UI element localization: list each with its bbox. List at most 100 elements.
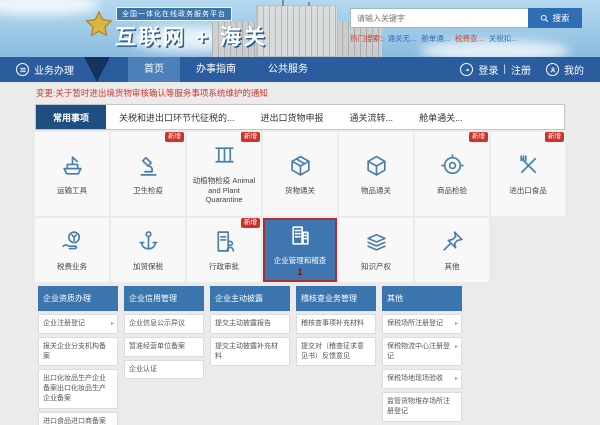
chevron-right-icon: ▸ bbox=[454, 321, 458, 327]
panel-link-label: 监管货物堆存场所注册登记 bbox=[387, 398, 450, 415]
new-badge: 新增 bbox=[545, 132, 564, 142]
panel-header[interactable]: 企业信用管理 bbox=[124, 286, 204, 311]
nav-tab-公共服务[interactable]: 公共服务 bbox=[252, 57, 324, 82]
panel-link[interactable]: 保税场地现场验收 ▸ bbox=[382, 369, 462, 390]
service-tile[interactable]: 税费业务 bbox=[35, 218, 109, 282]
nav-tab-首页[interactable]: 首页 bbox=[128, 57, 180, 82]
search-icon bbox=[541, 14, 549, 22]
site-header: 全国一体化在线政务服务平台 互联网 + 海关 搜索 热门搜索：通关无... 舱单通… bbox=[0, 0, 600, 57]
panel-header[interactable]: 其他 bbox=[382, 286, 462, 311]
service-tile[interactable]: 行政审批 新增 bbox=[187, 218, 261, 282]
panel-link[interactable]: 稽核查事项补充材料 bbox=[296, 314, 376, 334]
user-icon bbox=[546, 63, 559, 76]
service-tile[interactable]: 其他 bbox=[415, 218, 489, 282]
panel-link[interactable]: 监管货物堆存场所注册登记 bbox=[382, 392, 462, 422]
link-panel: 企业资质办理企业注册登记 ▸ 报关企业分支机构备案出口化妆品生产企业备案出口化妆品生… bbox=[38, 286, 118, 425]
new-badge: 新增 bbox=[241, 218, 260, 228]
tile-label: 知识产权 bbox=[361, 261, 391, 271]
service-tile[interactable]: 动植物检疫 Animal and Plant Quarantine 新增 bbox=[187, 132, 261, 216]
my-account-link[interactable]: 我的 bbox=[564, 62, 584, 77]
customs-logo-icon bbox=[84, 10, 114, 50]
building-image bbox=[256, 5, 338, 57]
tile-label: 动植物检疫 Animal and Plant Quarantine bbox=[192, 175, 256, 205]
panel-link[interactable]: 进口食品进口商备案 bbox=[38, 411, 118, 425]
ship-icon bbox=[60, 153, 85, 183]
tile-label: 行政审批 bbox=[209, 261, 239, 271]
category-tab[interactable]: 常用事项 bbox=[36, 105, 107, 129]
panel-link-label: 出口化妆品生产企业备案出口化妆品生产企业备案 bbox=[43, 375, 106, 402]
panel-link[interactable]: 提交主动披露补充材料 bbox=[210, 336, 290, 367]
category-tab[interactable]: 关税和进出口环节代征税的... bbox=[106, 111, 248, 124]
chevron-right-icon: ▸ bbox=[454, 376, 458, 383]
panel-link-label: 报关企业分支机构备案 bbox=[43, 342, 106, 360]
quarantine-bars-icon bbox=[212, 143, 237, 173]
document-person-icon bbox=[212, 229, 237, 259]
panel-link[interactable]: 企业注册登记 ▸ bbox=[38, 314, 118, 334]
nav-tab-办事指南[interactable]: 办事指南 bbox=[180, 57, 252, 82]
hot-search-link[interactable]: 关税扣... bbox=[489, 34, 518, 43]
category-tab[interactable]: 进出口货物申报 bbox=[248, 111, 337, 124]
panel-link[interactable]: 保税物流中心注册登记 ▸ bbox=[382, 336, 462, 367]
panel-link[interactable]: 企业信息公示异议 bbox=[124, 314, 204, 334]
maintenance-notice[interactable]: 变更:关于暂时进出境货物审核确认等服务事项系统维护的通知 bbox=[0, 82, 600, 102]
service-tile[interactable]: 知识产权 bbox=[339, 218, 413, 282]
ribbon-decoration bbox=[84, 57, 110, 82]
panel-link[interactable]: 保税场所注册登记 ▸ bbox=[382, 314, 462, 334]
books-icon bbox=[364, 229, 389, 259]
panel-link-label: 企业注册登记 bbox=[43, 320, 85, 327]
search-button[interactable]: 搜索 bbox=[528, 8, 582, 28]
service-tile[interactable]: 卫生检疫 新增 bbox=[111, 132, 185, 216]
service-tile[interactable]: 运输工具 bbox=[35, 132, 109, 216]
panel-link[interactable]: 报关企业分支机构备案 bbox=[38, 336, 118, 367]
hot-search-link[interactable]: 舱单通... bbox=[421, 34, 450, 43]
panel-link-label: 提交对（稽查征求意见书）反馈意见 bbox=[301, 342, 364, 360]
anchor-icon bbox=[136, 229, 161, 259]
category-tab-bar: 常用事项 关税和进出口环节代征税的... 进出口货物申报 通关流转... 舱单通关... bbox=[35, 104, 565, 130]
panel-link-label: 暂准经营单位备案 bbox=[129, 342, 185, 350]
panel-header[interactable]: 企业主动披露 bbox=[210, 286, 290, 311]
service-tile[interactable]: 进出口食品 新增 bbox=[491, 132, 565, 216]
new-badge: 新增 bbox=[165, 132, 184, 142]
panel-link-label: 企业认证 bbox=[129, 365, 157, 373]
service-icon-grid: 运输工具 卫生检疫 新增 动植物检疫 Animal and Plant Quarant… bbox=[35, 132, 565, 282]
building-image bbox=[308, 2, 310, 6]
category-tab[interactable]: 舱单通关... bbox=[406, 111, 476, 124]
hot-search-link[interactable]: 税费查... bbox=[455, 34, 484, 43]
chevron-right-icon: ▸ bbox=[454, 343, 458, 350]
tile-label: 加贸保税 bbox=[133, 261, 163, 271]
business-menu[interactable]: 业务办理 bbox=[0, 57, 84, 82]
panel-link-label: 企业信息公示异议 bbox=[129, 320, 185, 327]
tile-label: 运输工具 bbox=[57, 185, 87, 195]
service-tile[interactable]: 货物通关 bbox=[263, 132, 337, 216]
service-tile[interactable]: 加贸保税 bbox=[111, 218, 185, 282]
hamburger-menu-icon bbox=[16, 63, 29, 76]
service-tile[interactable]: 企业管理和稽查 1 bbox=[263, 218, 337, 282]
panel-link[interactable]: 企业认证 bbox=[124, 359, 204, 380]
tile-label: 企业管理和稽查 bbox=[273, 255, 327, 265]
new-badge: 新增 bbox=[469, 132, 488, 142]
panel-link[interactable]: 提交主动披露报告 bbox=[210, 314, 290, 334]
panel-link-label: 进口食品进口商备案 bbox=[43, 417, 106, 425]
panel-link[interactable]: 出口化妆品生产企业备案出口化妆品生产企业备案 bbox=[38, 369, 118, 409]
panel-header[interactable]: 稽核查业务管理 bbox=[296, 286, 376, 311]
category-tab[interactable]: 通关流转... bbox=[337, 111, 407, 124]
service-tile[interactable]: 商品检验 新增 bbox=[415, 132, 489, 216]
panel-header[interactable]: 企业资质办理 bbox=[38, 286, 118, 311]
new-badge: 新增 bbox=[241, 132, 260, 142]
panel-link[interactable]: 提交对（稽查征求意见书）反馈意见 bbox=[296, 336, 376, 367]
search-input[interactable] bbox=[350, 8, 528, 28]
buildings-icon bbox=[288, 223, 313, 253]
hot-search-label: 热门搜索： bbox=[350, 34, 388, 43]
login-link[interactable]: 登录 bbox=[478, 62, 498, 77]
register-link[interactable]: 注册 bbox=[511, 62, 531, 77]
tile-label: 商品检验 bbox=[437, 185, 467, 195]
panel-link-label: 提交主动披露补充材料 bbox=[215, 342, 278, 360]
pin-icon bbox=[440, 229, 465, 259]
service-tile[interactable]: 物品通关 bbox=[339, 132, 413, 216]
site-title: 互联网 + 海关 bbox=[115, 26, 268, 49]
panel-link[interactable]: 暂准经营单位备案 bbox=[124, 336, 204, 357]
microscope-icon bbox=[136, 153, 161, 183]
hot-search-link[interactable]: 通关无... bbox=[388, 34, 417, 43]
search-button-label: 搜索 bbox=[552, 13, 570, 23]
building-image bbox=[282, 0, 284, 6]
